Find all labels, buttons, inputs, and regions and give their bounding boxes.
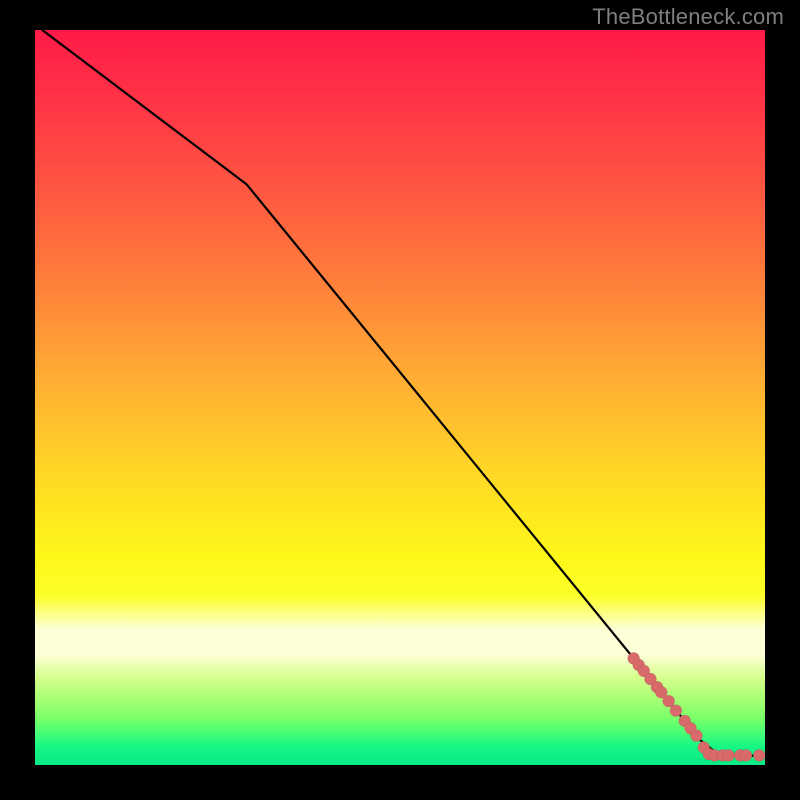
- gradient-background: [35, 30, 765, 765]
- chart-frame: TheBottleneck.com: [0, 0, 800, 800]
- plot-area: [35, 30, 765, 765]
- attribution-label: TheBottleneck.com: [592, 4, 784, 30]
